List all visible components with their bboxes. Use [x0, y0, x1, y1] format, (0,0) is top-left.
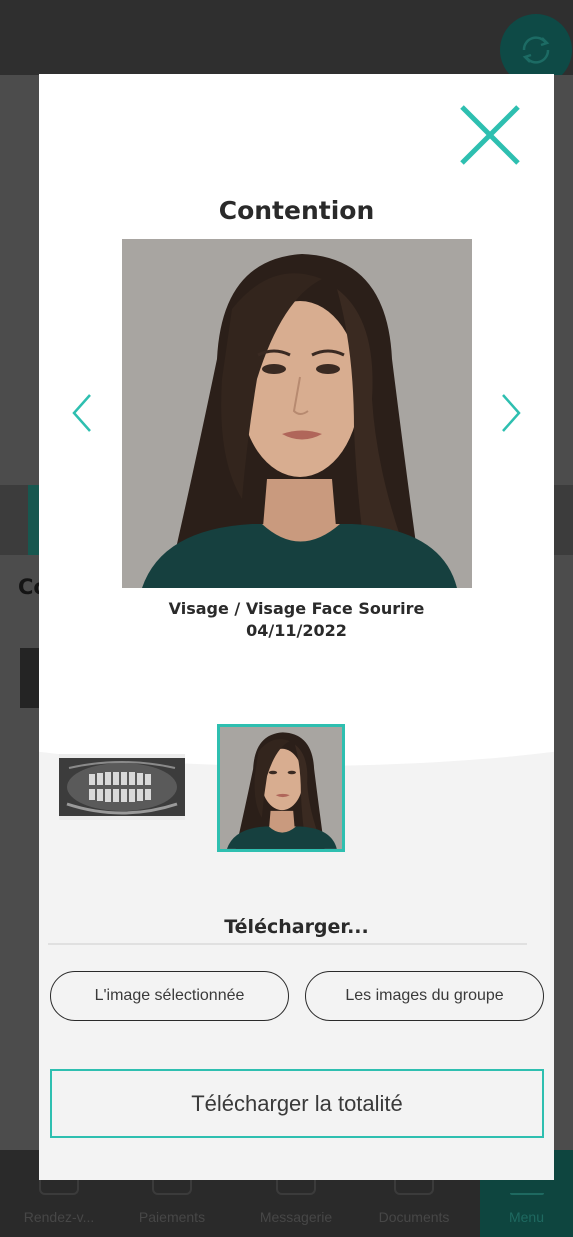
- image-viewer-modal: Contention Visage / Visage Face Sourire …: [39, 74, 554, 1180]
- menu-icon: [509, 1193, 544, 1195]
- thumbnail-xray[interactable]: [59, 754, 185, 820]
- chevron-left-icon: [72, 394, 91, 432]
- image-caption-label: Visage / Visage Face Sourire: [168, 599, 425, 618]
- face-thumbnail-illustration: [220, 727, 342, 849]
- close-button[interactable]: [457, 102, 523, 168]
- nav-label: Paiements: [138, 1209, 206, 1225]
- close-icon: [460, 105, 520, 165]
- xray-illustration: [59, 754, 185, 820]
- previous-image-button[interactable]: [70, 392, 94, 434]
- app-header: [0, 0, 573, 75]
- nav-label: Messagerie: [259, 1209, 333, 1225]
- next-image-button[interactable]: [499, 392, 523, 434]
- sync-icon: [522, 36, 550, 64]
- download-heading: Télécharger...: [224, 916, 369, 938]
- nav-label: Menu: [508, 1209, 545, 1225]
- face-photo-illustration: [122, 239, 472, 588]
- image-group-title: Contention: [218, 196, 375, 225]
- image-caption-date: 04/11/2022: [246, 621, 347, 640]
- download-all-button[interactable]: Télécharger la totalité: [50, 1069, 544, 1138]
- chevron-right-icon: [502, 394, 521, 432]
- download-selected-image-button[interactable]: L'image sélectionnée: [50, 971, 289, 1021]
- nav-label: Rendez-v...: [23, 1209, 95, 1225]
- nav-label: Documents: [378, 1209, 450, 1225]
- main-image: [122, 239, 472, 588]
- image-caption: Visage / Visage Face Sourire 04/11/2022: [39, 598, 554, 642]
- thumbnail-face-selected[interactable]: [217, 724, 345, 852]
- download-group-images-button[interactable]: Les images du groupe: [305, 971, 544, 1021]
- divider: [48, 943, 527, 945]
